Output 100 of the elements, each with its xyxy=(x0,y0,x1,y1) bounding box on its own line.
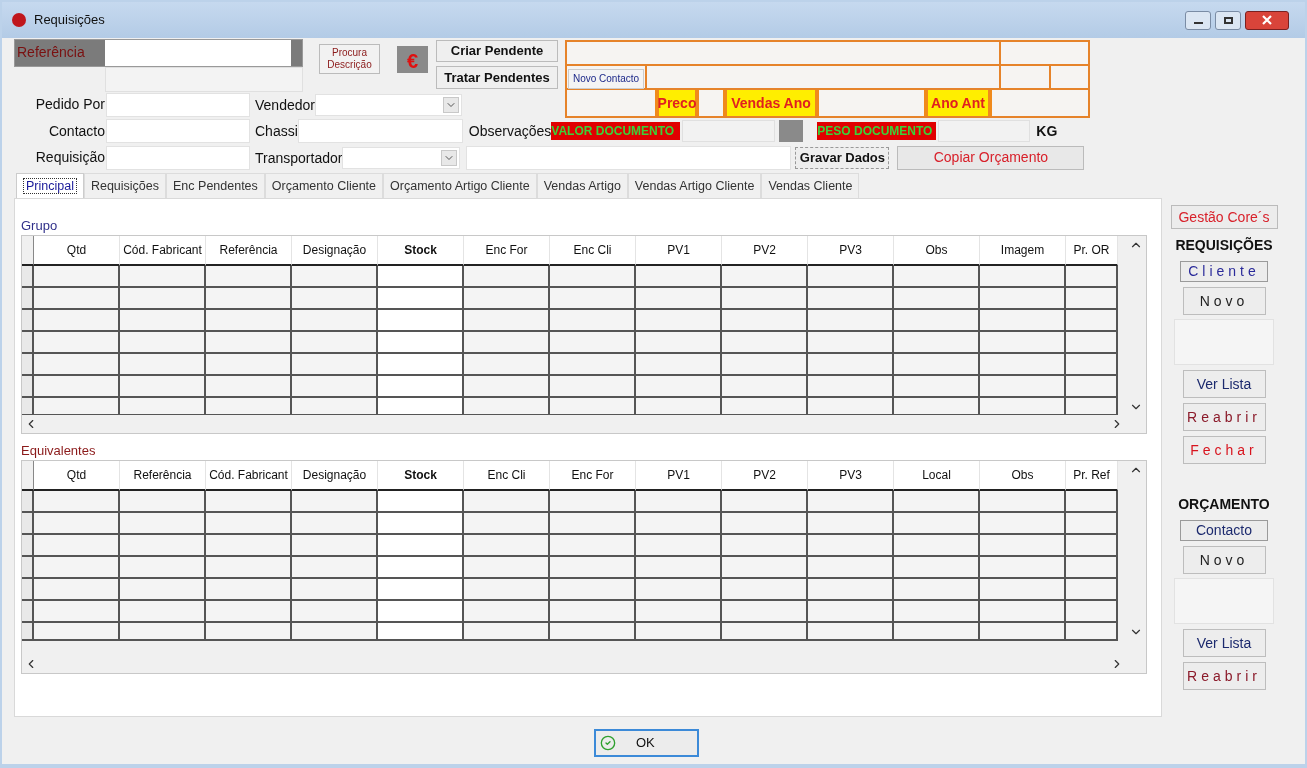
table-cell[interactable] xyxy=(120,513,206,535)
row-header[interactable] xyxy=(22,535,34,557)
table-cell[interactable] xyxy=(550,535,636,557)
table-cell[interactable] xyxy=(34,354,120,376)
table-cell[interactable] xyxy=(808,623,894,641)
side-button[interactable]: Ver Lista xyxy=(1182,629,1266,657)
table-cell[interactable] xyxy=(34,266,120,288)
minimize-button[interactable] xyxy=(1185,10,1211,30)
table-cell[interactable] xyxy=(550,288,636,310)
tab[interactable]: Enc Pendentes xyxy=(166,173,265,198)
table-cell[interactable] xyxy=(34,579,120,601)
table-cell[interactable] xyxy=(980,398,1066,416)
table-cell[interactable] xyxy=(636,376,722,398)
column-header[interactable]: Qtd xyxy=(34,461,120,491)
table-cell[interactable] xyxy=(378,491,464,513)
tab[interactable]: Orçamento Cliente xyxy=(264,173,384,198)
maximize-button[interactable] xyxy=(1215,10,1241,30)
table-cell[interactable] xyxy=(550,623,636,641)
table-cell[interactable] xyxy=(378,266,464,288)
table-cell[interactable] xyxy=(980,288,1066,310)
table-cell[interactable] xyxy=(1066,557,1118,579)
table-cell[interactable] xyxy=(34,310,120,332)
table-cell[interactable] xyxy=(636,266,722,288)
table-cell[interactable] xyxy=(292,398,378,416)
table-cell[interactable] xyxy=(378,288,464,310)
table-cell[interactable] xyxy=(292,535,378,557)
table-cell[interactable] xyxy=(34,332,120,354)
table-cell[interactable] xyxy=(378,310,464,332)
column-header[interactable]: Obs xyxy=(894,236,980,266)
input-field[interactable] xyxy=(297,119,463,143)
column-header[interactable]: Enc For xyxy=(464,236,550,266)
side-button[interactable]: Contacto xyxy=(1180,520,1268,541)
row-header[interactable] xyxy=(22,376,34,398)
table-cell[interactable] xyxy=(292,513,378,535)
table-cell[interactable] xyxy=(894,579,980,601)
table-cell[interactable] xyxy=(292,601,378,623)
column-header[interactable]: Stock xyxy=(378,236,464,266)
table-cell[interactable] xyxy=(636,288,722,310)
input-field[interactable] xyxy=(466,145,792,170)
column-header[interactable]: Enc Cli xyxy=(550,236,636,266)
row-header[interactable] xyxy=(22,266,34,288)
tab[interactable]: Vendas Artigo xyxy=(536,173,628,198)
table-cell[interactable] xyxy=(808,601,894,623)
table-cell[interactable] xyxy=(464,398,550,416)
table-cell[interactable] xyxy=(120,266,206,288)
table-cell[interactable] xyxy=(636,354,722,376)
row-header[interactable] xyxy=(22,354,34,376)
table-cell[interactable] xyxy=(1066,266,1118,288)
table-cell[interactable] xyxy=(206,557,292,579)
table-cell[interactable] xyxy=(120,310,206,332)
table-cell[interactable] xyxy=(34,535,120,557)
table-cell[interactable] xyxy=(722,354,808,376)
table-cell[interactable] xyxy=(808,491,894,513)
table-cell[interactable] xyxy=(722,332,808,354)
table-cell[interactable] xyxy=(206,535,292,557)
column-header[interactable]: PV1 xyxy=(636,236,722,266)
table-cell[interactable] xyxy=(808,535,894,557)
table-cell[interactable] xyxy=(206,579,292,601)
table-cell[interactable] xyxy=(894,376,980,398)
table-cell[interactable] xyxy=(1066,491,1118,513)
table-cell[interactable] xyxy=(206,376,292,398)
table-cell[interactable] xyxy=(550,513,636,535)
gestao-button[interactable]: Gestão Core´s xyxy=(1170,205,1278,229)
table-cell[interactable] xyxy=(464,354,550,376)
table-cell[interactable] xyxy=(722,398,808,416)
table-cell[interactable] xyxy=(378,332,464,354)
column-header[interactable]: Designação xyxy=(292,236,378,266)
table-cell[interactable] xyxy=(464,579,550,601)
gravar-dados-button[interactable]: Gravar Dados xyxy=(795,146,890,169)
table-cell[interactable] xyxy=(464,376,550,398)
table-cell[interactable] xyxy=(722,623,808,641)
table-cell[interactable] xyxy=(464,623,550,641)
column-header[interactable]: PV3 xyxy=(808,236,894,266)
table-cell[interactable] xyxy=(206,354,292,376)
table-cell[interactable] xyxy=(292,288,378,310)
table-cell[interactable] xyxy=(292,557,378,579)
table-cell[interactable] xyxy=(120,288,206,310)
table-cell[interactable] xyxy=(464,601,550,623)
table-cell[interactable] xyxy=(722,266,808,288)
row-header[interactable] xyxy=(22,310,34,332)
table-cell[interactable] xyxy=(378,601,464,623)
table-cell[interactable] xyxy=(292,491,378,513)
table-cell[interactable] xyxy=(722,557,808,579)
table-cell[interactable] xyxy=(550,376,636,398)
table-cell[interactable] xyxy=(1066,601,1118,623)
row-header[interactable] xyxy=(22,332,34,354)
table-cell[interactable] xyxy=(550,398,636,416)
table-cell[interactable] xyxy=(206,332,292,354)
table-cell[interactable] xyxy=(808,310,894,332)
table-cell[interactable] xyxy=(808,513,894,535)
table-cell[interactable] xyxy=(206,310,292,332)
table-cell[interactable] xyxy=(550,354,636,376)
column-header[interactable]: Local xyxy=(894,461,980,491)
dropdown-field[interactable] xyxy=(342,146,461,169)
table-cell[interactable] xyxy=(34,601,120,623)
table-cell[interactable] xyxy=(636,310,722,332)
table-cell[interactable] xyxy=(34,491,120,513)
column-header[interactable]: Referência xyxy=(206,236,292,266)
table-cell[interactable] xyxy=(464,513,550,535)
procura-button[interactable]: Procura Descrição xyxy=(319,44,380,74)
